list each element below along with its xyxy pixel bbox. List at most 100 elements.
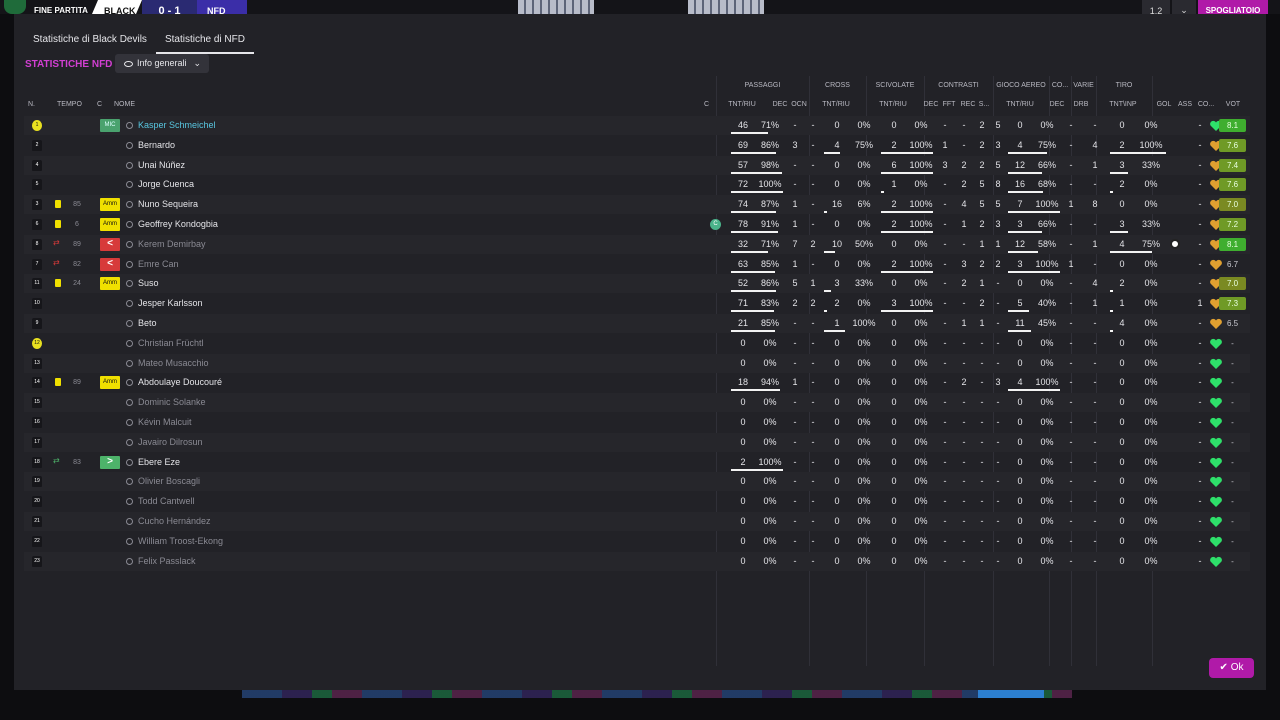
player-name[interactable]: Suso [138, 274, 159, 293]
player-name[interactable]: Unai Núñez [138, 156, 185, 175]
person-icon [126, 359, 133, 367]
player-name[interactable]: Todd Cantwell [138, 492, 195, 511]
player-name[interactable]: Christian Früchtl [138, 334, 204, 353]
header-pass_tnt[interactable]: TNT/RIU [722, 101, 762, 108]
table-row[interactable]: 5 Jorge Cuenca 72 100% - -0 0% 1 0% -2 5 8 16 68% - -2 0… [24, 175, 1250, 194]
table-row[interactable]: 22 William Troost-Ekong 0 0% - - 0 0% 0 0% - - - - 0 0%… [24, 532, 1250, 551]
stats-dialog: Statistiche di Black Devils Statistiche … [14, 14, 1266, 690]
rating-badge: 8.1 [1219, 237, 1246, 251]
player-name[interactable]: Bernardo [138, 136, 175, 155]
table-row[interactable]: 12 Christian Früchtl 0 0% - - 0 0% 0 0% - - - - 0 0% - - 0… [24, 334, 1250, 353]
tab-home-stats[interactable]: Statistiche di Black Devils [24, 26, 156, 54]
player-name[interactable]: Dominic Solanke [138, 393, 206, 412]
minute [69, 472, 85, 491]
header-tack_tnt[interactable]: TNT/RIU [873, 101, 913, 108]
table-row[interactable]: 20 Todd Cantwell 0 0% - - 0 0% 0 0% - - - - 0 0% - - 0 0% - - [24, 492, 1250, 511]
player-name[interactable]: Abdoulaye Doucouré [138, 373, 222, 392]
aerial-success-bar [1008, 250, 1038, 253]
player-name[interactable]: Geoffrey Kondogbia [138, 215, 218, 234]
header-c2[interactable]: C [704, 101, 709, 108]
table-row[interactable]: 7 ⇄ 82 < Emre Can 63 85% 1-0 0% 2 100% -3 2 2 3 100% 1-0… [24, 255, 1250, 274]
header-vot[interactable]: VOT [1213, 101, 1253, 108]
player-name[interactable]: Javairo Dilrosun [138, 433, 203, 452]
table-row[interactable]: 15 Dominic Solanke 0 0% - - 0 0% 0 0% - - - - 0 0% - - 0 0%… [24, 393, 1250, 413]
shots-attempts: 0 [1119, 357, 1125, 368]
tackles-attempts: 1 [891, 179, 897, 190]
table-row[interactable]: 11 24 Amm Suso 52 86% 5 1 3 33% 0 0% -2 1-0 0% -4 2 0% -7.… [24, 274, 1250, 294]
background-strip [978, 690, 1044, 698]
table-row[interactable]: 2 Bernardo 69 86% 3-4 75% 2 100% 1-2 3 4 75% -4 2 100%… [24, 136, 1250, 155]
table-row[interactable]: 16 Kévin Malcuit 0 0% - - 0 0% 0 0% - - - - 0 0% - - 0 0% - - [24, 413, 1250, 432]
table-row[interactable]: 17 Javairo Dilrosun 0 0% - - 0 0% 0 0% - - - - 0 0% - - 0 0… [24, 432, 1250, 452]
duel-recoveries: 2 [979, 139, 985, 150]
header-time[interactable]: TEMPO [57, 101, 82, 108]
co-decisive: - [1069, 179, 1073, 190]
header-pass_ocn[interactable]: OCN [779, 101, 819, 108]
match-speed[interactable]: 1.2 [1142, 0, 1170, 14]
dressing-room-button[interactable]: SPOGLIATOIO [1198, 0, 1268, 14]
table-row[interactable]: 8 ⇄ 89 < Kerem Demirbay 32 71% 7 2 10 50% 0 0% - -1 1 12… [24, 234, 1250, 254]
tab-away-stats[interactable]: Statistiche di NFD [155, 26, 254, 54]
pass-chances: - [811, 337, 815, 348]
pass-decisive: - [793, 496, 797, 507]
co-decisive: - [1069, 159, 1073, 170]
duel-recoveries: 2 [979, 258, 985, 269]
header-drb[interactable]: DRB [1061, 101, 1101, 108]
header-num[interactable]: N. [28, 101, 35, 108]
table-row[interactable]: 13 Mateo Musacchio 0 0% - - 0 0% 0 0% - - - - 0 0% - - 0 0%… [24, 353, 1250, 373]
passes-attempts: 0 [740, 397, 746, 408]
player-name[interactable]: Jorge Cuenca [138, 175, 194, 194]
player-name[interactable]: Mateo Musacchio [138, 354, 209, 373]
eye-icon [124, 61, 133, 67]
player-name[interactable]: Emre Can [138, 255, 179, 274]
table-row[interactable]: 19 Olivier Boscagli 0 0% - - 0 0% 0 0% - - - - 0 0% - - 0 0… [24, 472, 1250, 492]
player-name[interactable]: William Troost-Ekong [138, 532, 223, 551]
player-name[interactable]: Beto [138, 314, 157, 333]
table-row[interactable]: 4 Unai Núñez 57 98% - -0 0% 6 100% 3 2 2 5 12 66% -1 3 33… [24, 155, 1250, 175]
rating-badge: 7.4 [1219, 158, 1246, 172]
table-row[interactable]: 9 Beto 21 85% - -1 100% 0 0% -1 1-11 45% - -4 0% -6.5 [24, 314, 1250, 333]
table-row[interactable]: 6 6 Amm Geoffrey Kondogbia C 78 91% 1-0 0% 2 100% -… [24, 215, 1250, 234]
cross-attempts: 0 [834, 377, 840, 388]
table-row[interactable]: 21 Cucho Hernández 0 0% - - 0 0% 0 0% - - - - 0 0% - - 0 0%… [24, 512, 1250, 531]
table-row[interactable]: 10 Jesper Karlsson 71 83% 2 2 2 0% 3 100% - -2-5 40%… [24, 294, 1250, 313]
player-name[interactable]: Kerem Demirbay [138, 235, 206, 254]
aerial-attempts: 0 [1017, 120, 1023, 130]
ok-button[interactable]: ✔ Ok [1209, 658, 1254, 678]
duel-s: - [996, 516, 1000, 526]
player-name[interactable]: Olivier Boscagli [138, 472, 200, 491]
tackles-attempts: 0 [891, 496, 897, 507]
pass-chances: - [811, 179, 815, 190]
header-cross_tnt[interactable]: TNT/RIU [816, 101, 856, 108]
view-dropdown[interactable]: Info generali ⌄ [115, 54, 209, 73]
table-row[interactable]: 14 89 Amm Abdoulaye Doucouré 18 94% 1-0 0% 0 0% -2… [24, 373, 1250, 392]
player-name[interactable]: Cucho Hernández [138, 512, 211, 531]
chevron-down-icon[interactable]: ⌄ [1172, 0, 1196, 14]
header-c[interactable]: C [97, 101, 102, 108]
player-name[interactable]: Felix Passlack [138, 552, 196, 571]
minute [69, 492, 85, 511]
header-duel_s[interactable]: S... [964, 101, 1004, 108]
minute: 85 [73, 201, 81, 209]
duel-s: - [996, 555, 1000, 566]
table-row[interactable]: 3 85 Amm Nuno Sequeira 74 87% 1-16 6% 2 100% -4 5 5 7… [24, 195, 1250, 215]
pass-chances: 2 [810, 298, 816, 309]
header-shot_tnt[interactable]: TNT\INP [1103, 101, 1143, 108]
header-name[interactable]: NOME [114, 101, 135, 108]
header-air_tnt[interactable]: TNT/RIU [1000, 101, 1040, 108]
player-name[interactable]: Kasper Schmeichel [138, 116, 216, 135]
table-row[interactable]: 18 ⇄ 83 > Ebere Eze 2 100% - -0 0% 0 0% - - - -0 0% - -0 0%… [24, 453, 1250, 472]
passes-percent: 0% [763, 555, 777, 566]
player-name[interactable]: Nuno Sequeira [138, 195, 198, 214]
pass-decisive: - [793, 456, 797, 467]
aerial-percent: 0% [1040, 120, 1054, 130]
assists: - [1198, 258, 1202, 269]
player-name[interactable]: Ebere Eze [138, 453, 180, 472]
duel-decisive: - [943, 417, 947, 427]
table-row[interactable]: 23 Felix Passlack 0 0% - - 0 0% 0 0% - - - - 0 0% - - 0 0% -… [24, 551, 1250, 571]
header-group-cross: CROSS [825, 82, 850, 89]
table-row[interactable]: 1 MIC Kasper Schmeichel 46 71% - -0 0% 0 0% - -2 5 0 0… [24, 116, 1250, 135]
player-name[interactable]: Kévin Malcuit [138, 413, 192, 432]
duel-recoveries: 5 [979, 199, 985, 210]
player-name[interactable]: Jesper Karlsson [138, 294, 203, 313]
